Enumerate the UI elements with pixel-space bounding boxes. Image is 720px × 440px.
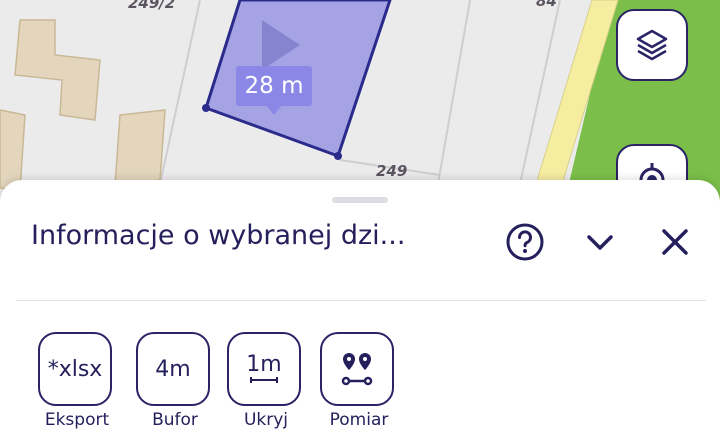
layers-icon (636, 29, 668, 61)
sheet-drag-handle[interactable] (332, 197, 388, 203)
route-pins-icon (341, 353, 373, 386)
export-button[interactable]: *xlsx (38, 332, 112, 406)
tool-label: Bufor (152, 410, 198, 430)
hide-button[interactable]: 1m (227, 332, 301, 406)
buffer-icon: 4m (155, 356, 191, 382)
chevron-down-icon (587, 235, 613, 250)
xlsx-icon: *xlsx (47, 356, 103, 382)
lot-number-label: 84 (536, 0, 557, 10)
tool-export[interactable]: *xlsx Eksport (38, 332, 112, 430)
help-circle-icon (506, 223, 544, 261)
tool-label: Pomiar (329, 410, 389, 430)
tool-hide[interactable]: 1m Ukryj (227, 332, 301, 430)
buffer-button[interactable]: 4m (136, 332, 210, 406)
tool-label: Ukryj (243, 410, 289, 430)
collapse-button[interactable] (580, 222, 620, 262)
scale-icon: 1m (246, 352, 282, 377)
lot-number-label: 249/2 (128, 0, 176, 12)
measure-button[interactable] (320, 332, 394, 406)
close-button[interactable] (655, 222, 695, 262)
layers-button[interactable] (616, 9, 688, 81)
info-bottom-sheet: Informacje o wybranej dzi... *xlsx Ekspo… (0, 180, 720, 440)
help-button[interactable] (505, 222, 545, 262)
close-icon (662, 229, 688, 255)
tool-buffer[interactable]: 4m Bufor (136, 332, 210, 430)
sheet-title: Informacje o wybranej dzi... (31, 220, 406, 251)
measurement-label: 28 m (236, 66, 312, 115)
tool-measure[interactable]: Pomiar (320, 332, 394, 430)
tool-label: Eksport (44, 410, 110, 430)
lot-number-label: 249 (376, 162, 408, 180)
ruler-icon (250, 377, 278, 383)
divider (16, 300, 706, 301)
